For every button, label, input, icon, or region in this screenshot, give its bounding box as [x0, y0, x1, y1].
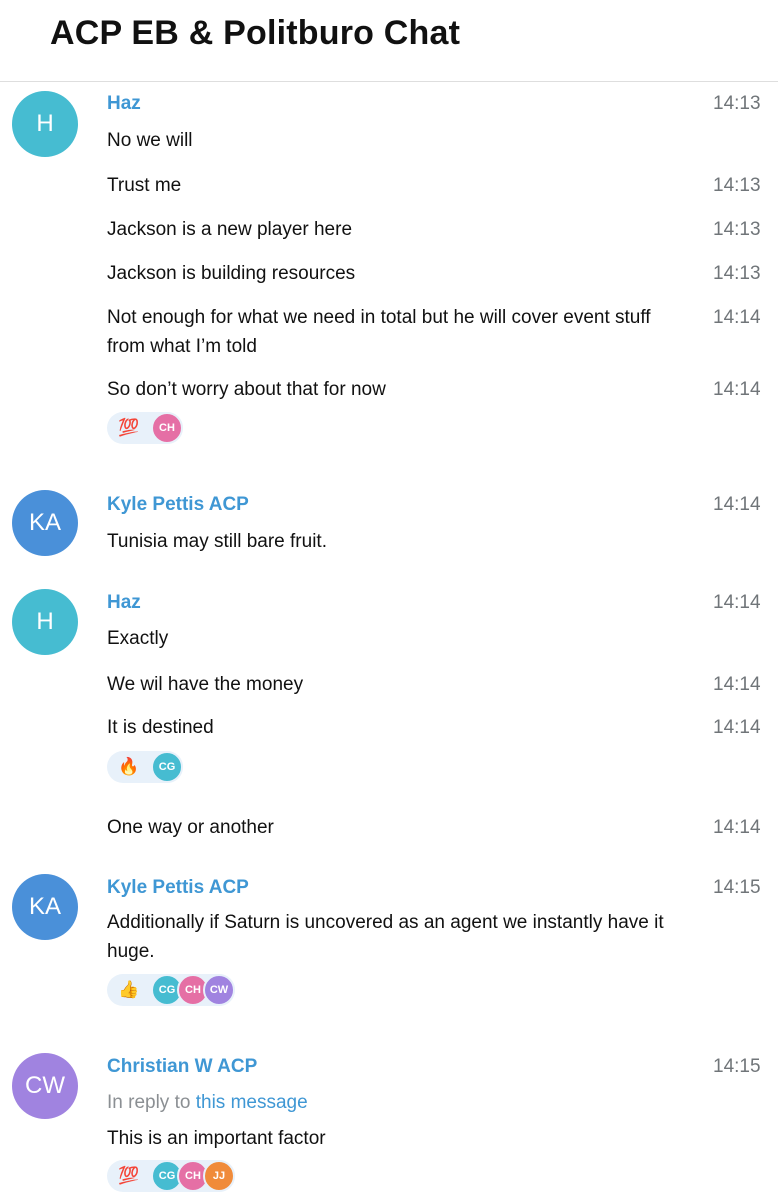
message-text: Jackson is a new player here — [107, 219, 353, 240]
reactor-avatar: JJ — [203, 1160, 235, 1192]
avatar-haz[interactable]: H — [12, 589, 78, 655]
message-time: 14:14 — [713, 307, 761, 328]
chat-title: ACP EB & Politburo Chat — [50, 14, 461, 52]
message-time: 14:14 — [713, 817, 761, 838]
message-text: Exactly — [107, 628, 169, 649]
message-time: 14:13 — [713, 175, 761, 196]
reply-link[interactable]: this message — [196, 1092, 308, 1113]
fire-icon: 🔥 — [118, 757, 140, 776]
message-text: This is an important factor — [107, 1128, 326, 1149]
message-text: huge. — [107, 941, 155, 962]
reactor-avatar: CG — [151, 751, 183, 783]
message-time: 14:13 — [713, 93, 761, 114]
message-time: 14:13 — [713, 263, 761, 284]
sender-name[interactable]: Kyle Pettis ACP — [107, 877, 249, 899]
chat-header: ACP EB & Politburo Chat — [0, 0, 778, 82]
message-text: Not enough for what we need in total but… — [107, 307, 651, 328]
sender-name[interactable]: Haz — [107, 93, 141, 115]
message-time: 14:15 — [713, 877, 761, 898]
reaction-bar[interactable]: 🔥 CG — [107, 751, 183, 783]
message-text: Additionally if Saturn is uncovered as a… — [107, 912, 664, 933]
message-text: So don’t worry about that for now — [107, 379, 386, 400]
avatar-christian[interactable]: CW — [12, 1053, 78, 1119]
reactor-avatar: CW — [203, 974, 235, 1006]
message-time: 14:14 — [713, 494, 761, 515]
sender-name[interactable]: Haz — [107, 592, 141, 614]
message-time: 14:14 — [713, 717, 761, 738]
hundred-points-icon: 💯 — [118, 418, 140, 437]
message-time: 14:14 — [713, 674, 761, 695]
message-time: 14:15 — [713, 1056, 761, 1077]
sender-name[interactable]: Christian W ACP — [107, 1056, 257, 1078]
message-text: We wil have the money — [107, 674, 304, 695]
reaction-bar[interactable]: 💯 CG CH JJ — [107, 1160, 235, 1192]
message-text: Trust me — [107, 175, 182, 196]
message-text: No we will — [107, 130, 193, 151]
message-text: from what I’m told — [107, 336, 257, 357]
message-text: It is destined — [107, 717, 214, 738]
message-time: 14:14 — [713, 592, 761, 613]
reply-header: In reply to this message — [107, 1092, 308, 1114]
message-text: One way or another — [107, 817, 274, 838]
sender-name[interactable]: Kyle Pettis ACP — [107, 494, 249, 516]
hundred-points-icon: 💯 — [118, 1166, 140, 1185]
reaction-bar[interactable]: 👍 CG CH CW — [107, 974, 235, 1006]
avatar-haz[interactable]: H — [12, 91, 78, 157]
reaction-bar[interactable]: 💯 CH — [107, 412, 183, 444]
thumbs-up-icon: 👍 — [118, 980, 140, 999]
message-text: Tunisia may still bare fruit. — [107, 531, 327, 552]
message-time: 14:14 — [713, 379, 761, 400]
avatar-kyle[interactable]: KA — [12, 490, 78, 556]
avatar-kyle[interactable]: KA — [12, 874, 78, 940]
message-text: Jackson is building resources — [107, 263, 356, 284]
message-time: 14:13 — [713, 219, 761, 240]
reactor-avatar: CH — [151, 412, 183, 444]
reply-prefix: In reply to — [107, 1092, 191, 1113]
